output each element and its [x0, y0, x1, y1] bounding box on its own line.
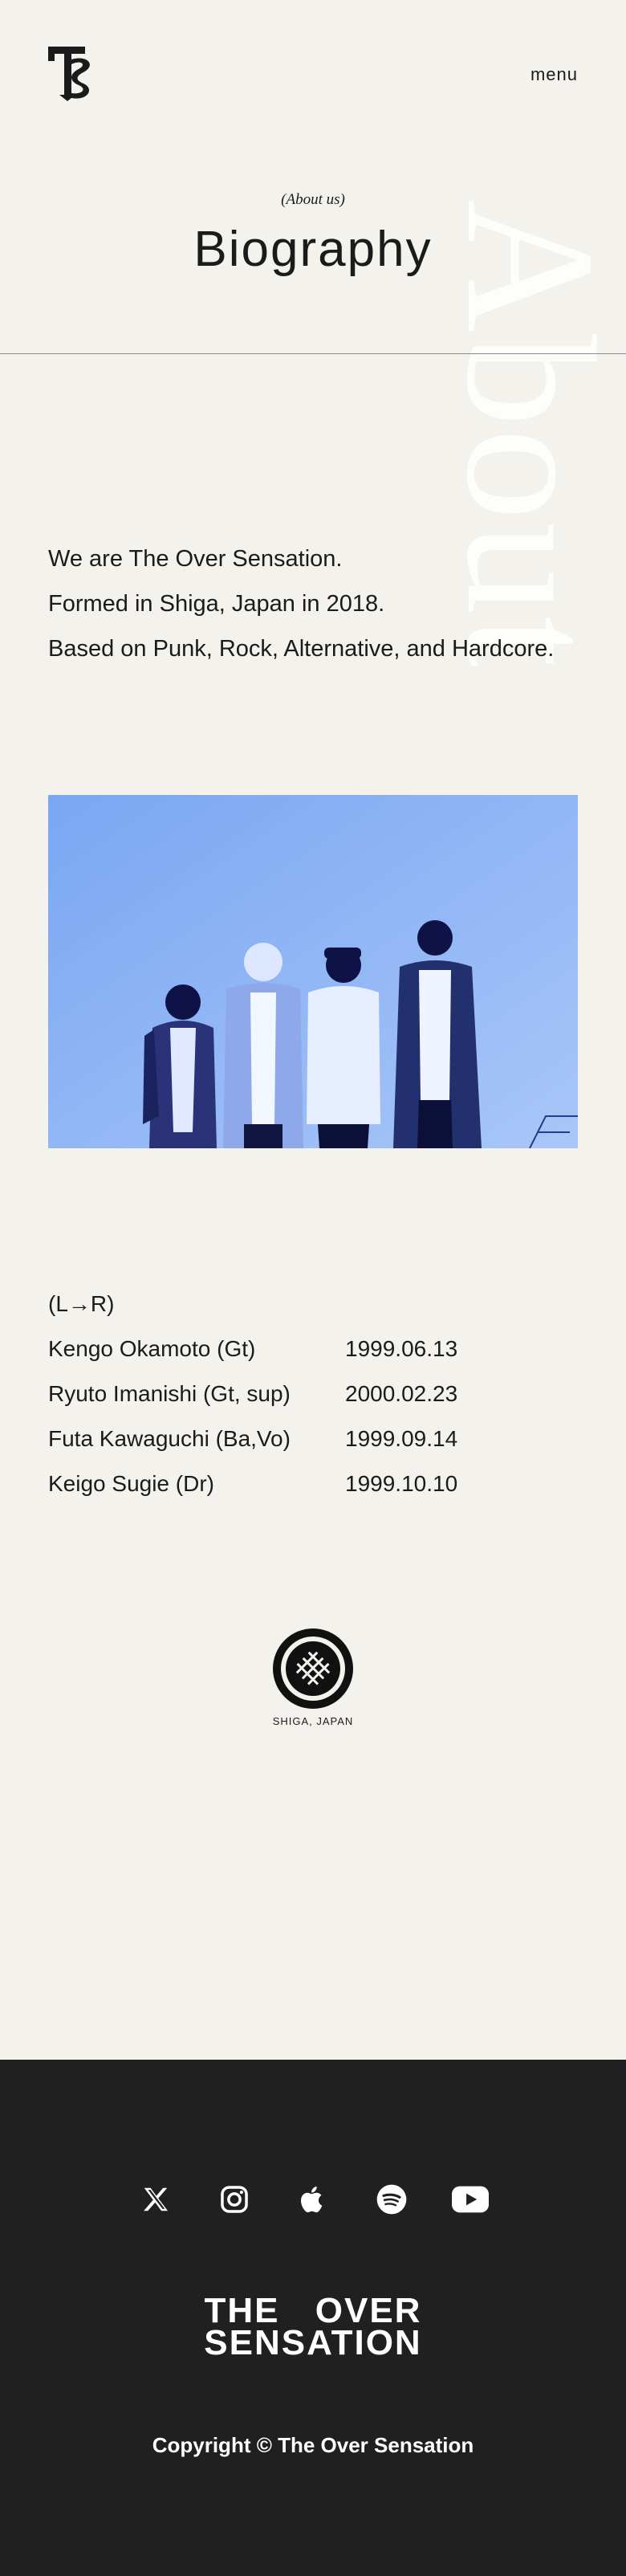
apple-music-icon[interactable] [294, 2180, 332, 2219]
page-title: Biography [193, 222, 433, 277]
x-icon[interactable] [136, 2180, 175, 2219]
member-name: Kengo Okamoto (Gt) [48, 1336, 256, 1361]
site-header: menu [0, 0, 626, 153]
member-birthday: 1999.09.14 [345, 1426, 458, 1451]
emblem-caption: SHIGA, JAPAN [272, 1715, 354, 1727]
intro-line: Based on Punk, Rock, Alternative, and Ha… [48, 636, 555, 662]
member-name: Futa Kawaguchi (Ba,Vo) [48, 1426, 291, 1451]
divider [0, 353, 626, 354]
member-row: Kengo Okamoto (Gt) 1999.06.13 [48, 1327, 594, 1372]
biography-page: menu About (About us) Biography We are T… [0, 0, 626, 2576]
member-birthday: 1999.06.13 [345, 1336, 458, 1361]
footer-logo[interactable]: THE OVER SENSATION [0, 2291, 626, 2362]
youtube-icon[interactable] [451, 2180, 490, 2219]
member-order-label: (L→R) [48, 1291, 115, 1316]
intro-line: We are The Over Sensation. [48, 546, 343, 572]
member-row: Keigo Sugie (Dr) 1999.10.10 [48, 1461, 594, 1506]
member-name: Ryuto Imanishi (Gt, sup) [48, 1381, 291, 1406]
member-row: Futa Kawaguchi (Ba,Vo) 1999.09.14 [48, 1416, 594, 1461]
site-footer: THE OVER SENSATION Copyright © The Over … [0, 2060, 626, 2576]
footer-logo-line1: THE OVER [204, 2291, 422, 2330]
member-list: (L→R) Kengo Okamoto (Gt) 1999.06.13 Ryut… [48, 1282, 594, 1506]
member-name: Keigo Sugie (Dr) [48, 1471, 214, 1496]
spotify-icon[interactable] [372, 2180, 411, 2219]
section-tag: (About us) [281, 191, 345, 208]
menu-button[interactable]: menu [530, 64, 578, 85]
member-row: Ryuto Imanishi (Gt, sup) 2000.02.23 [48, 1372, 594, 1416]
footer-logo-line2: SENSATION [204, 2323, 422, 2362]
shiga-emblem: SHIGA, JAPAN [0, 1627, 626, 1727]
intro-line: Formed in Shiga, Japan in 2018. [48, 591, 385, 617]
member-birthday: 2000.02.23 [345, 1381, 458, 1406]
band-photo [48, 795, 578, 1148]
intro-text: We are The Over Sensation. Formed in Shi… [48, 536, 594, 671]
member-birthday: 1999.10.10 [345, 1471, 458, 1496]
instagram-icon[interactable] [215, 2180, 254, 2219]
emblem-icon [273, 1628, 353, 1709]
copyright-text: Copyright © The Over Sensation [152, 2433, 474, 2457]
band-logo-icon[interactable] [47, 45, 98, 103]
social-links [0, 2180, 626, 2219]
